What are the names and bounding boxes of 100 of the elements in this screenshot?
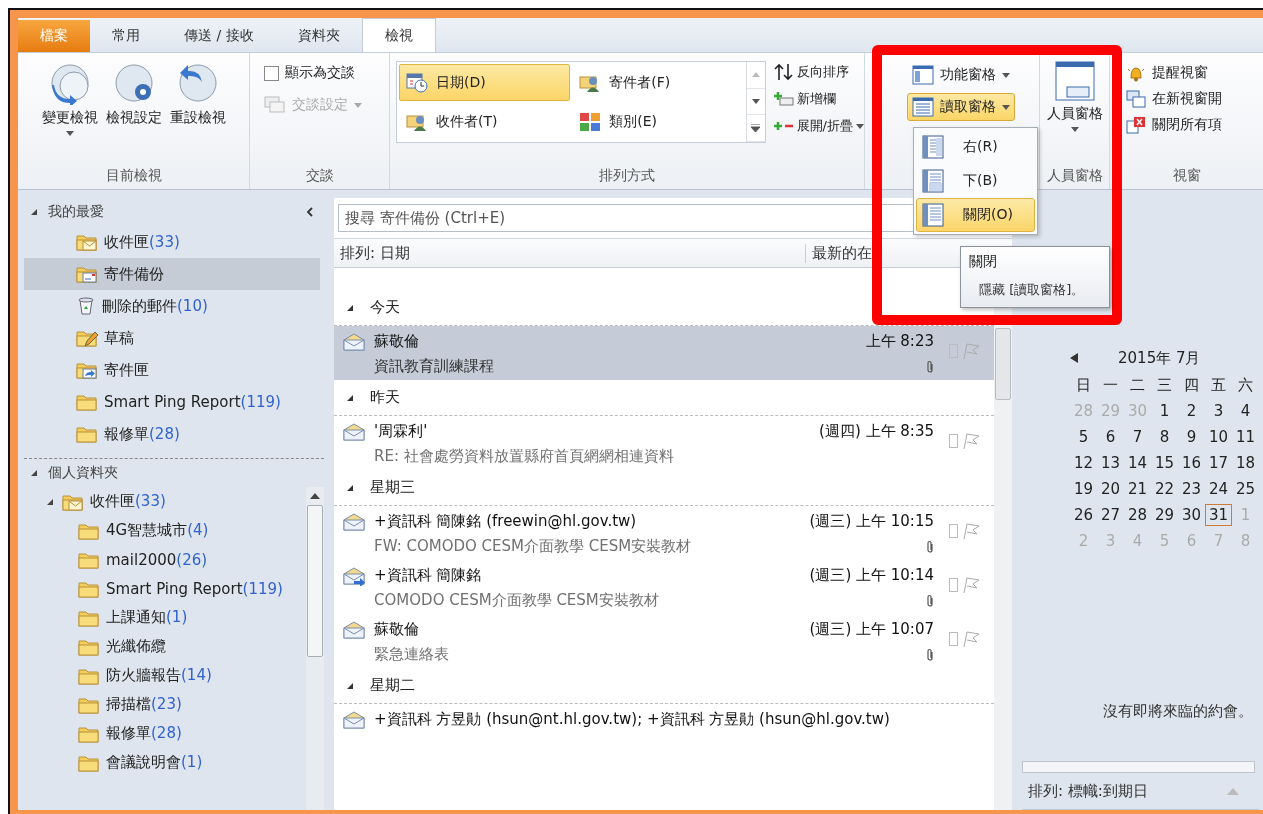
- calendar-day[interactable]: 2: [1178, 400, 1205, 422]
- calendar-day[interactable]: 20: [1097, 478, 1124, 500]
- calendar-day[interactable]: 8: [1151, 426, 1178, 448]
- folder-item[interactable]: mail2000(26): [24, 545, 303, 574]
- expand-triangle-icon[interactable]: [30, 469, 38, 477]
- arrange-command[interactable]: 展開/折疊: [773, 115, 864, 137]
- flag-icon[interactable]: [961, 630, 980, 648]
- folder-item[interactable]: 上課通知(1): [24, 603, 303, 632]
- section-title[interactable]: 我的最愛: [48, 203, 104, 221]
- sort-header[interactable]: 排列: 日期: [334, 243, 805, 263]
- calendar-day[interactable]: 12: [1070, 452, 1097, 474]
- arrange-command[interactable]: 反向排序: [773, 61, 864, 83]
- previous-month-icon[interactable]: [1070, 353, 1078, 363]
- scrollbar[interactable]: [306, 487, 325, 810]
- message-row[interactable]: '周霖利' (週四) 上午 8:35 RE: 社會處勞資料放置縣府首頁網網相連資料: [334, 416, 994, 470]
- window-command[interactable]: 關閉所有項: [1122, 113, 1255, 137]
- folder-item[interactable]: 防火牆報告(14): [24, 661, 303, 690]
- message-row[interactable]: +資訊科 簡陳銘 (freewin@hl.gov.tw) (週三) 上午 10:15 FW: COMODO CESM介面教學 CESM安裝教材: [334, 506, 994, 560]
- calendar-day[interactable]: 26: [1070, 504, 1097, 526]
- expand-triangle-icon[interactable]: [346, 681, 355, 690]
- flag-icon[interactable]: [961, 522, 980, 540]
- folder-item[interactable]: 收件匣(33): [24, 226, 321, 258]
- expand-triangle-icon[interactable]: [30, 208, 38, 216]
- arrange-option[interactable]: 寄件者(F): [572, 64, 744, 101]
- calendar-day[interactable]: 30: [1178, 504, 1205, 526]
- flag-icon[interactable]: [961, 342, 980, 360]
- calendar-day[interactable]: 14: [1124, 452, 1151, 474]
- folder-item[interactable]: 會議說明會(1): [24, 748, 303, 777]
- expand-triangle-icon[interactable]: [46, 497, 54, 506]
- arrange-command[interactable]: 新增欄: [773, 88, 864, 110]
- ribbon-tab[interactable]: 傳送 / 接收: [162, 20, 276, 52]
- calendar-day[interactable]: 24: [1205, 478, 1232, 500]
- folder-item[interactable]: 刪除的郵件(10): [24, 290, 321, 322]
- calendar-day[interactable]: 11: [1232, 426, 1259, 448]
- calendar-day[interactable]: 18: [1232, 452, 1259, 474]
- message-row[interactable]: +資訊科 簡陳銘 (週三) 上午 10:14 COMODO CESM介面教學 CESM安裝教材: [334, 560, 994, 614]
- folder-item[interactable]: 寄件備份: [24, 258, 321, 290]
- folder-item[interactable]: 草稿: [24, 322, 321, 354]
- calendar-day[interactable]: 25: [1232, 478, 1259, 500]
- folder-item[interactable]: Smart Ping Report(119): [24, 386, 321, 418]
- ribbon-tab[interactable]: 常用: [90, 20, 162, 52]
- calendar-day[interactable]: 19: [1070, 478, 1097, 500]
- menu-item[interactable]: 右(R): [916, 130, 1035, 164]
- scroll-thumb[interactable]: [995, 328, 1011, 400]
- message-row[interactable]: 蘇敬倫 (週三) 上午 10:07 緊急連絡表: [334, 614, 994, 668]
- message-row[interactable]: +資訊科 方昱勛 (hsun@nt.hl.gov.tw); +資訊科 方昱勛 (hsun@hl.gov.tw): [334, 704, 994, 758]
- calendar-day[interactable]: 6: [1097, 426, 1124, 448]
- calendar-day[interactable]: 29: [1151, 504, 1178, 526]
- calendar-day[interactable]: 22: [1151, 478, 1178, 500]
- calendar-day[interactable]: 21: [1124, 478, 1151, 500]
- calendar-day[interactable]: 28: [1124, 504, 1151, 526]
- menu-item[interactable]: 關閉(O): [916, 198, 1035, 232]
- calendar-day[interactable]: 27: [1097, 504, 1124, 526]
- folder-item[interactable]: 寄件匣: [24, 354, 321, 386]
- arrange-option[interactable]: 日期(D): [399, 64, 571, 101]
- folder-item[interactable]: 收件匣(33): [24, 487, 303, 516]
- pane-button[interactable]: 功能窗格: [907, 61, 1015, 89]
- window-command[interactable]: 提醒視窗: [1122, 61, 1255, 85]
- expand-triangle-icon[interactable]: [346, 303, 355, 312]
- message-row[interactable]: 蘇敬倫 上午 8:23 資訊教育訓練課程: [334, 326, 994, 380]
- calendar-day[interactable]: 31: [1205, 504, 1232, 526]
- expand-triangle-icon[interactable]: [346, 393, 355, 402]
- conversation-checkbox[interactable]: 顯示為交談: [260, 61, 381, 85]
- calendar-day[interactable]: 16: [1178, 452, 1205, 474]
- calendar-day[interactable]: 15: [1151, 452, 1178, 474]
- calendar-day[interactable]: 10: [1205, 426, 1232, 448]
- category-box-icon[interactable]: [948, 344, 958, 358]
- flag-icon[interactable]: [961, 576, 980, 594]
- folder-item[interactable]: Smart Ping Report(119): [24, 574, 303, 603]
- arrange-option[interactable]: 收件者(T): [399, 103, 571, 140]
- task-input-field[interactable]: [1022, 761, 1255, 773]
- category-box-icon[interactable]: [948, 524, 958, 538]
- flag-icon[interactable]: [961, 432, 980, 450]
- view-button[interactable]: 重設檢視: [167, 59, 228, 163]
- calendar-day[interactable]: 5: [1070, 426, 1097, 448]
- scroll-thumb[interactable]: [307, 505, 324, 657]
- ribbon-tab[interactable]: 資料夾: [275, 20, 362, 52]
- up-arrow-icon[interactable]: [310, 493, 321, 499]
- collapse-chevron-icon[interactable]: [306, 207, 315, 217]
- task-sort-header[interactable]: 排列: 標幟:到期日: [1028, 781, 1148, 801]
- folder-item[interactable]: 4G智慧城市(4): [24, 516, 303, 545]
- menu-item[interactable]: 下(B): [916, 164, 1035, 198]
- arrange-option[interactable]: 類別(E): [572, 103, 744, 140]
- folder-item[interactable]: 掃描檔(23): [24, 690, 303, 719]
- window-command[interactable]: 在新視窗開: [1122, 87, 1255, 111]
- calendar-day[interactable]: 17: [1205, 452, 1232, 474]
- section-title[interactable]: 個人資料夾: [48, 464, 118, 482]
- calendar-day[interactable]: 23: [1178, 478, 1205, 500]
- folder-item[interactable]: 報修單(28): [24, 719, 303, 748]
- calendar-day[interactable]: 3: [1205, 400, 1232, 422]
- category-box-icon[interactable]: [948, 434, 958, 448]
- folder-item[interactable]: 報修單(28): [24, 418, 321, 450]
- calendar-day[interactable]: 9: [1178, 426, 1205, 448]
- ribbon-tab[interactable]: 檢視: [361, 18, 436, 52]
- view-button[interactable]: 變更檢視: [39, 59, 100, 163]
- view-button[interactable]: 檢視設定: [103, 59, 164, 163]
- calendar-day[interactable]: 7: [1124, 426, 1151, 448]
- checkbox[interactable]: [264, 65, 279, 81]
- pane-button[interactable]: 讀取窗格: [907, 93, 1015, 121]
- category-box-icon[interactable]: [948, 578, 958, 592]
